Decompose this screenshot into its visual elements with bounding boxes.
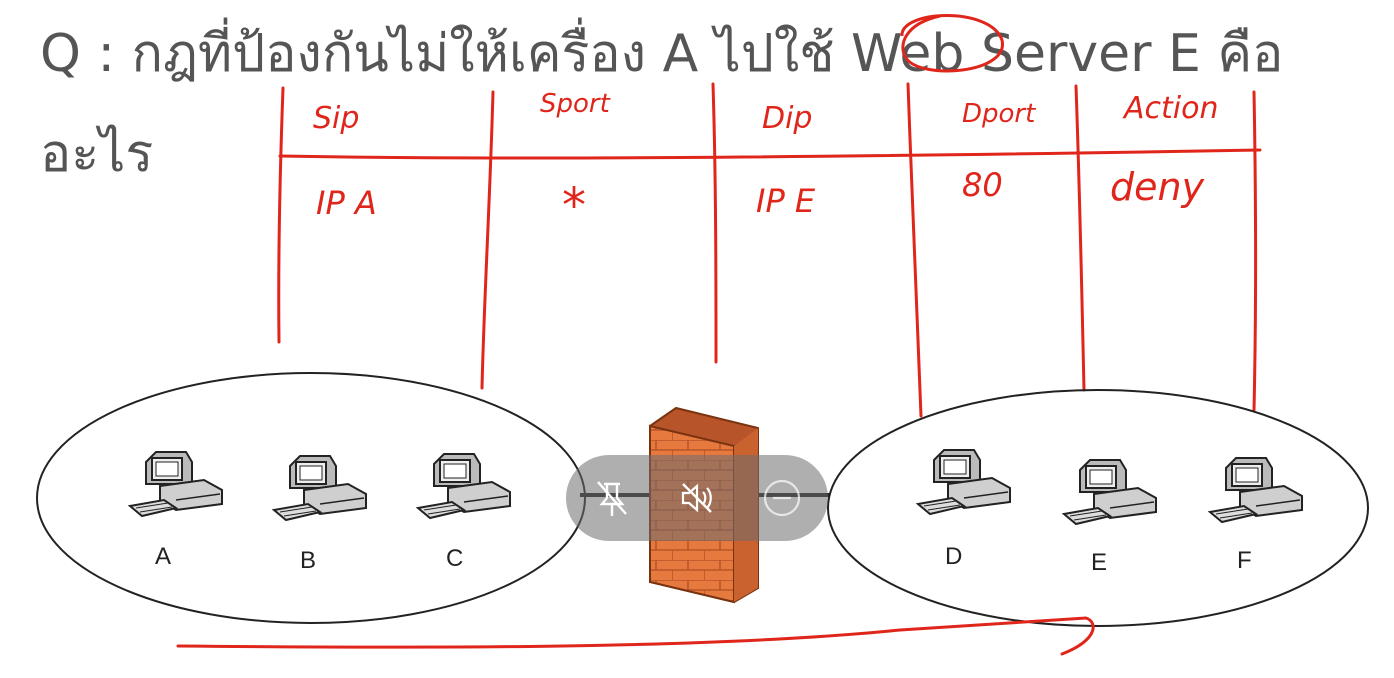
- computer-icon: [129, 451, 223, 517]
- cell-dip: IP E: [756, 182, 816, 220]
- host-label-c: C: [446, 545, 463, 572]
- cell-sip: IP A: [316, 184, 377, 222]
- header-sport: Sport: [540, 89, 611, 119]
- host-label-b: B: [300, 547, 316, 574]
- computer-icon: [273, 455, 367, 521]
- host-label-f: F: [1237, 547, 1252, 574]
- mute-icon: [681, 483, 712, 513]
- computer-icon: [417, 453, 511, 519]
- host-label-d: D: [945, 543, 962, 570]
- header-sip: Sip: [313, 101, 359, 136]
- cell-dport: 80: [962, 166, 1003, 204]
- header-action: Action: [1122, 91, 1218, 126]
- diagram-canvas: Sip Sport Dip Dport Action IP A * IP E 8…: [36, 14, 1369, 656]
- unpin-button[interactable]: [582, 468, 642, 528]
- media-control-bar: [566, 455, 828, 541]
- host-label-a: A: [155, 543, 171, 570]
- web-circle-annotation: [900, 14, 1004, 73]
- host-label-e: E: [1091, 549, 1107, 576]
- unpin-icon: [597, 481, 627, 516]
- computer-icon: [1063, 459, 1157, 525]
- computer-icon: [1209, 457, 1303, 523]
- cell-sport: *: [562, 178, 586, 234]
- computer-icon: [917, 449, 1011, 515]
- cell-action: deny: [1110, 165, 1205, 209]
- slide: Q : กฎที่ป้องกันไม่ให้เครื่อง A ไปใช้ We…: [0, 0, 1394, 678]
- annotation-text: Sip Sport Dip Dport Action IP A * IP E 8…: [313, 89, 1218, 234]
- minus-circle-icon: [763, 479, 801, 517]
- header-dip: Dip: [762, 101, 812, 136]
- header-dport: Dport: [962, 99, 1036, 129]
- stop-button[interactable]: [752, 468, 812, 528]
- mute-button[interactable]: [667, 468, 727, 528]
